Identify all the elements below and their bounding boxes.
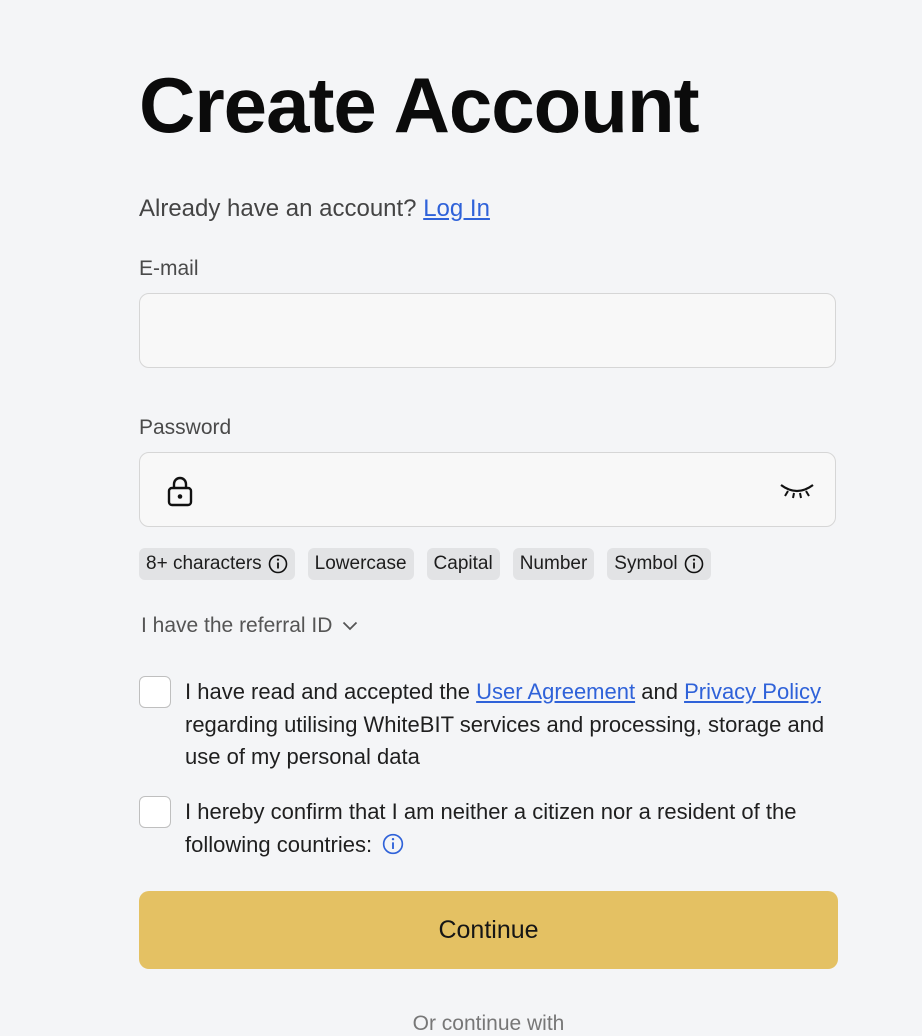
- password-field-wrapper: [139, 452, 905, 527]
- agreement-middle: and: [641, 679, 678, 704]
- alternative-signup-text: Or continue with: [412, 1012, 565, 1035]
- agreement-suffix: regarding utilising WhiteBIT services an…: [185, 711, 825, 770]
- privacy-policy-link[interactable]: Privacy Policy: [684, 679, 821, 704]
- referral-label: I have the referral ID: [141, 614, 333, 637]
- continue-button[interactable]: Continue: [139, 891, 838, 969]
- page-title: Create Account: [139, 61, 700, 149]
- login-prompt-row: Already have an account? Log In: [139, 195, 490, 223]
- lock-icon: [167, 476, 193, 507]
- info-icon[interactable]: [268, 554, 288, 574]
- password-label: Password: [139, 416, 232, 439]
- residency-label: I hereby confirm that I am neither a cit…: [185, 799, 797, 857]
- referral-toggle[interactable]: I have the referral ID: [141, 614, 358, 638]
- requirement-label: Capital: [433, 553, 493, 574]
- residency-row: I hereby confirm that I am neither a cit…: [139, 796, 835, 861]
- email-field[interactable]: [140, 294, 835, 367]
- agreement-text: I have read and accepted the User Agreem…: [185, 676, 835, 774]
- requirement-chip-number: Number: [512, 548, 595, 580]
- requirement-chip-symbol: Symbol: [607, 548, 711, 580]
- requirement-label: Symbol: [614, 553, 678, 574]
- requirement-chip-lowercase: Lowercase: [307, 548, 414, 580]
- requirement-chip-capital: Capital: [426, 548, 500, 580]
- login-prompt-text: Already have an account?: [139, 195, 417, 222]
- info-icon[interactable]: [684, 554, 704, 574]
- password-requirements: 8+ characters Lowercase Capital Number S…: [139, 548, 711, 580]
- requirement-chip-length: 8+ characters: [139, 548, 295, 580]
- residency-checkbox[interactable]: [139, 796, 171, 828]
- info-icon[interactable]: [382, 833, 404, 855]
- requirement-label: 8+ characters: [146, 553, 262, 574]
- agreement-checkbox[interactable]: [139, 676, 171, 708]
- agreement-row: I have read and accepted the User Agreem…: [139, 676, 835, 774]
- requirement-label: Lowercase: [314, 553, 407, 574]
- email-field-wrapper: [139, 293, 836, 368]
- residency-text: I hereby confirm that I am neither a cit…: [185, 796, 835, 861]
- email-label: E-mail: [139, 257, 199, 280]
- user-agreement-link[interactable]: User Agreement: [476, 679, 635, 704]
- login-link[interactable]: Log In: [423, 195, 490, 222]
- eye-closed-icon[interactable]: [779, 479, 815, 501]
- agreement-prefix: I have read and accepted the: [185, 679, 470, 704]
- requirement-label: Number: [519, 553, 588, 574]
- chevron-down-icon: [343, 621, 358, 631]
